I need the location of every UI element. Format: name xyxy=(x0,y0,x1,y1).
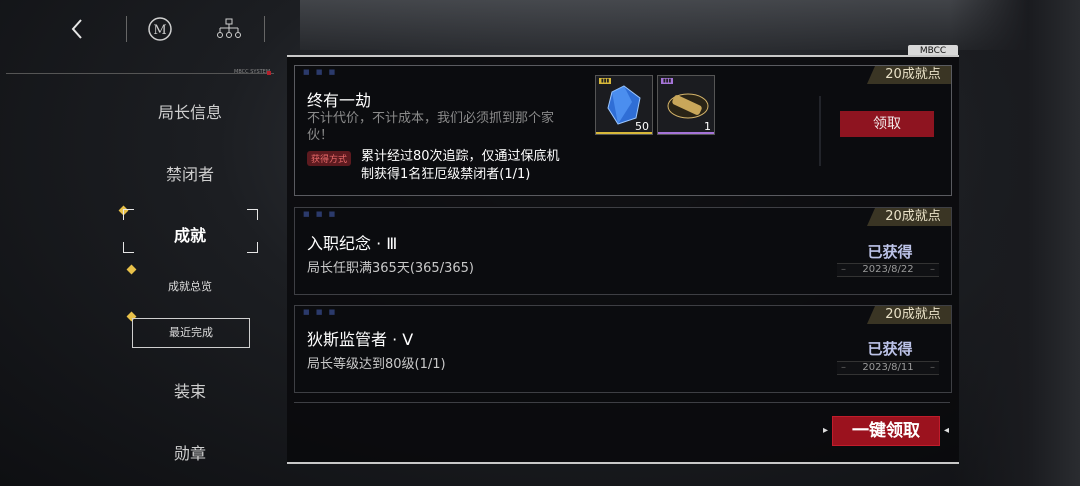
separator xyxy=(264,16,265,42)
sidebar-item-achievements[interactable]: 成就 xyxy=(110,222,270,246)
card-dots: ■ ■ ■ xyxy=(303,308,338,316)
top-bar: M xyxy=(0,0,290,56)
sidebar-tag: MBCC SYSTEM xyxy=(234,69,271,75)
arrow-right-icon: ▸ xyxy=(823,425,829,436)
bracket-corner xyxy=(123,209,134,220)
divider xyxy=(294,402,950,403)
rank-badge: ▮▮▮ xyxy=(599,78,612,84)
achievement-points: 20成就点 xyxy=(867,306,951,324)
achievement-desc: 局长等级达到80级(1/1) xyxy=(307,357,446,372)
card-dots: ■ ■ ■ xyxy=(303,68,338,76)
achievement-desc: 局长任职满365天(365/365) xyxy=(307,261,474,276)
arrow-left-icon: ◂ xyxy=(944,425,950,436)
achievement-requirement: 累计经过80次追踪，仅通过保底机制获得1名狂厄级禁闭者(1/1) xyxy=(361,149,560,182)
completion-date: –2023/8/11– xyxy=(837,361,939,375)
rarity-bar xyxy=(596,132,652,134)
method-badge: 获得方式 xyxy=(307,151,352,166)
divider xyxy=(819,96,821,166)
bracket-corner xyxy=(247,209,258,220)
hierarchy-icon[interactable] xyxy=(212,12,246,46)
achievement-title: 狄斯监管者 · Ⅴ xyxy=(307,330,414,349)
sub-diamond xyxy=(126,264,137,275)
sidebar-dot xyxy=(267,71,271,75)
reward-item[interactable]: ▮▮▮ 1 xyxy=(657,75,715,135)
achievement-card: ■ ■ ■ 20成就点 终有一劫 不计代价，不计成本，我们必须抓到那个家伙！ 获… xyxy=(294,65,952,196)
sidebar-item-medals[interactable]: 勋章 xyxy=(110,440,270,464)
home-logo-icon[interactable]: M xyxy=(143,12,177,46)
collect-all-button[interactable]: 一键领取 xyxy=(832,416,940,446)
back-icon[interactable] xyxy=(60,12,94,46)
achievement-card: ■ ■ ■ 20成就点 狄斯监管者 · Ⅴ 局长等级达到80级(1/1) 已获得… xyxy=(294,305,952,393)
achievement-points: 20成就点 xyxy=(867,66,951,84)
sidebar-subitem-recent[interactable]: 最近完成 xyxy=(132,318,250,348)
achievement-points: 20成就点 xyxy=(867,208,951,226)
achievement-desc: 不计代价，不计成本，我们必须抓到那个家伙！ xyxy=(307,111,555,143)
reward-item[interactable]: ▮▮▮ 50 xyxy=(595,75,653,135)
sidebar-item-profile[interactable]: 局长信息 xyxy=(110,99,270,123)
achievement-title: 终有一劫 xyxy=(307,91,372,110)
sidebar-item-sinners[interactable]: 禁闭者 xyxy=(110,161,270,185)
achievement-title: 入职纪念 · Ⅲ xyxy=(307,234,398,253)
completion-date: –2023/8/22– xyxy=(837,263,939,277)
separator xyxy=(126,16,127,42)
date-text: 2023/8/11 xyxy=(862,362,914,373)
obtained-status: 已获得 xyxy=(867,243,913,261)
rank-badge: ▮▮▮ xyxy=(661,78,674,84)
claim-button[interactable]: 领取 xyxy=(840,111,934,137)
obtained-status: 已获得 xyxy=(867,340,913,358)
sidebar-item-outfits[interactable]: 装束 xyxy=(110,378,270,402)
sidebar: MBCC SYSTEM 局长信息 禁闭者 成就 成就总览 最近完成 装束 勋章 xyxy=(0,56,290,486)
svg-text:M: M xyxy=(153,23,166,38)
background-right xyxy=(950,0,1080,486)
card-dots: ■ ■ ■ xyxy=(303,210,338,218)
rarity-bar xyxy=(658,132,714,134)
date-text: 2023/8/22 xyxy=(862,264,914,275)
achievement-card: ■ ■ ■ 20成就点 入职纪念 · Ⅲ 局长任职满365天(365/365) … xyxy=(294,207,952,295)
sidebar-subitem-overview[interactable]: 成就总览 xyxy=(132,278,248,294)
